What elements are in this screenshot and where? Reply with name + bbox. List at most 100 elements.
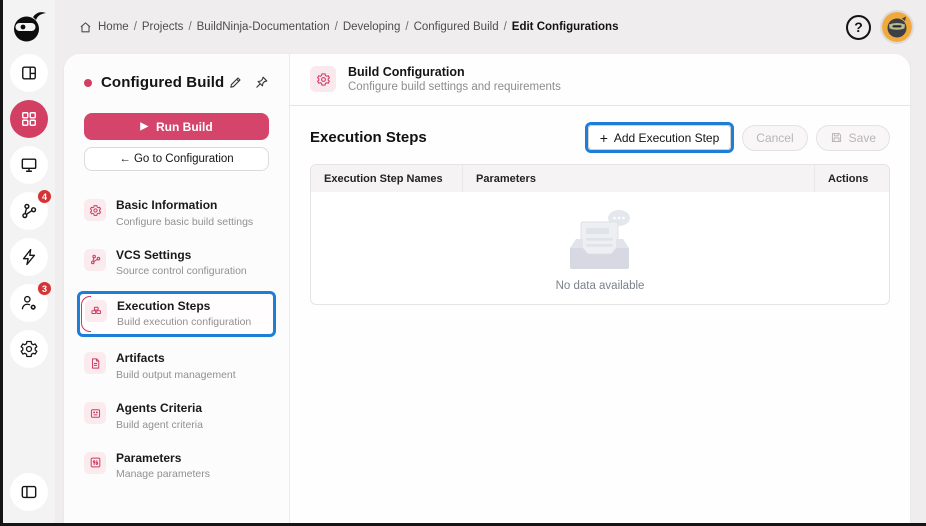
- column-header-actions: Actions: [828, 172, 869, 185]
- icon-rail: 4 3: [3, 0, 55, 523]
- help-icon: ?: [854, 18, 863, 35]
- breadcrumb-separator: /: [334, 21, 338, 33]
- sidebar-item-dashboard[interactable]: [10, 54, 48, 92]
- panel-toggle-icon: [21, 485, 37, 499]
- layout-icon: [22, 66, 36, 80]
- execution-steps-section-header: Execution Steps + Add Execution Step Can…: [290, 106, 910, 164]
- menu-item-text: Parameters Manage parameters: [116, 451, 210, 482]
- save-button[interactable]: Save: [815, 124, 890, 151]
- breadcrumb-current: Edit Configurations: [511, 21, 619, 33]
- play-icon: ▶: [140, 120, 149, 132]
- menu-item-parameters[interactable]: Parameters Manage parameters: [77, 444, 276, 489]
- menu-item-title: Artifacts: [116, 351, 165, 366]
- breadcrumb-separator: /: [133, 21, 137, 33]
- add-button-label: Add Execution Step: [613, 130, 720, 145]
- parameters-sliders-icon: [84, 451, 106, 474]
- menu-item-basic-information[interactable]: Basic Information Configure basic build …: [77, 191, 276, 236]
- menu-item-subtitle: Build agent criteria: [116, 418, 203, 431]
- go-to-configuration-button[interactable]: ← Go to Configuration: [84, 147, 269, 171]
- home-icon: [79, 21, 92, 34]
- user-avatar[interactable]: [882, 12, 912, 42]
- build-config-gear-icon: [310, 66, 336, 92]
- page-title: Build Configuration: [348, 65, 465, 79]
- empty-inbox-illustration: [570, 209, 630, 269]
- user-gear-icon: [21, 295, 36, 310]
- vcs-branch-icon: [84, 248, 106, 271]
- breadcrumb-separator: /: [405, 21, 409, 33]
- breadcrumb-subproject[interactable]: Developing: [343, 21, 401, 33]
- menu-item-subtitle: Manage parameters: [116, 468, 210, 481]
- breadcrumb-project[interactable]: BuildNinja-Documentation: [197, 21, 330, 33]
- sidebar-collapse-toggle[interactable]: [10, 473, 48, 511]
- menu-item-title: Parameters: [116, 450, 182, 465]
- run-build-button[interactable]: ▶ Run Build: [84, 113, 269, 140]
- menu-item-title: Basic Information: [116, 198, 218, 212]
- menu-item-title: VCS Settings: [116, 247, 192, 262]
- menu-item-subtitle: Configure basic build settings: [116, 215, 254, 228]
- lightning-icon: [22, 248, 36, 266]
- build-name-title: Configured Build: [101, 74, 225, 91]
- menu-item-subtitle: Source control configuration: [116, 265, 247, 278]
- config-menu: Basic Information Configure basic build …: [77, 191, 276, 489]
- execution-steps-icon: [85, 299, 107, 322]
- section-actions: + Add Execution Step Cancel Save: [584, 122, 890, 153]
- add-execution-step-button[interactable]: + Add Execution Step: [587, 125, 732, 150]
- agents-badge: 3: [37, 281, 52, 296]
- breadcrumb-separator: /: [188, 21, 192, 33]
- breadcrumb-home[interactable]: Home: [98, 21, 129, 33]
- menu-item-vcs-settings[interactable]: VCS Settings Source control configuratio…: [77, 241, 276, 286]
- table-header-row: Execution Step Names Parameters Actions: [311, 165, 889, 192]
- sidebar-item-user-agents[interactable]: 3: [10, 281, 52, 322]
- save-icon: [831, 132, 841, 143]
- plus-icon: +: [599, 129, 608, 146]
- pipelines-badge: 4: [37, 189, 52, 204]
- sidebar-item-actions[interactable]: [10, 238, 48, 276]
- sidebar-item-settings[interactable]: [10, 330, 48, 368]
- run-build-label: Run Build: [156, 119, 213, 134]
- save-button-label: Save: [848, 130, 876, 145]
- menu-item-text: Basic Information Configure basic build …: [116, 198, 253, 229]
- menu-item-title: Agents Criteria: [116, 401, 203, 416]
- artifacts-file-icon: [84, 352, 106, 375]
- menu-item-title: Execution Steps: [117, 298, 211, 313]
- ninja-logo-icon: [14, 12, 46, 42]
- breadcrumb-projects[interactable]: Projects: [142, 21, 184, 33]
- gear-icon: [20, 340, 38, 358]
- sidebar-item-agents-monitor[interactable]: [10, 146, 48, 184]
- breadcrumb-build[interactable]: Configured Build: [414, 21, 499, 33]
- build-configuration-header: Build Configuration Configure build sett…: [290, 54, 910, 106]
- edit-pencil-icon[interactable]: [228, 75, 243, 90]
- highlight-box: + Add Execution Step: [584, 122, 735, 153]
- menu-item-text: Agents Criteria Build agent criteria: [116, 401, 203, 432]
- status-dot: [84, 78, 92, 87]
- buildninja-logo[interactable]: [9, 6, 49, 46]
- help-button[interactable]: ?: [846, 14, 871, 40]
- breadcrumb-separator: /: [503, 21, 507, 33]
- avatar-ninja-icon: [882, 12, 912, 42]
- agents-criteria-icon: [84, 402, 106, 425]
- execution-steps-table: Execution Step Names Parameters Actions: [310, 164, 890, 305]
- monitor-icon: [21, 158, 37, 172]
- build-config-panel: Configured Build ▶ Run Build ← Go to Con…: [64, 54, 290, 523]
- topbar: Home / Projects / BuildNinja-Documentati…: [55, 0, 926, 54]
- topbar-right: ?: [846, 12, 912, 42]
- content-card: Configured Build ▶ Run Build ← Go to Con…: [64, 54, 910, 523]
- menu-item-text: VCS Settings Source control configuratio…: [116, 248, 247, 279]
- no-data-text: No data available: [555, 279, 645, 292]
- page-subtitle: Configure build settings and requirement…: [348, 81, 561, 93]
- cancel-button[interactable]: Cancel: [742, 124, 808, 151]
- title-actions: [228, 75, 269, 90]
- breadcrumb: Home / Projects / BuildNinja-Documentati…: [79, 21, 618, 34]
- menu-item-text: Artifacts Build output management: [116, 351, 236, 382]
- sidebar-item-projects-active[interactable]: [10, 100, 48, 138]
- sidebar-item-pipelines[interactable]: 4: [10, 189, 52, 230]
- menu-item-text: Execution Steps Build execution configur…: [117, 299, 251, 330]
- column-header-step-names: Execution Step Names: [311, 165, 463, 192]
- pin-icon[interactable]: [254, 75, 269, 90]
- table-empty-state: No data available: [311, 192, 889, 304]
- grid-icon: [22, 112, 36, 126]
- menu-item-artifacts[interactable]: Artifacts Build output management: [77, 344, 276, 389]
- menu-item-agents-criteria[interactable]: Agents Criteria Build agent criteria: [77, 394, 276, 439]
- main-content: Build Configuration Configure build sett…: [290, 54, 910, 523]
- menu-item-execution-steps[interactable]: Execution Steps Build execution configur…: [77, 290, 276, 338]
